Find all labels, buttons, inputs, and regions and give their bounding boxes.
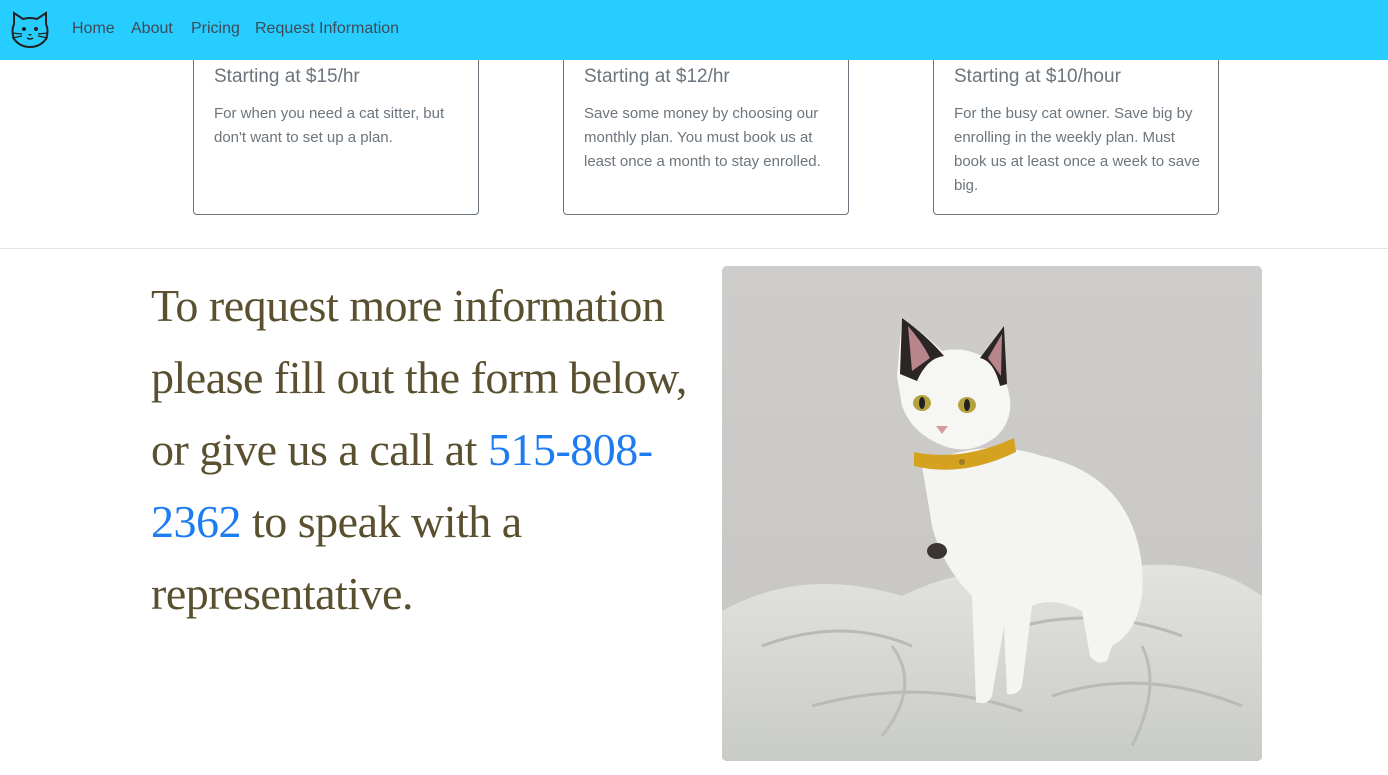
pricing-card-weekly: Starting at $10/hour For the busy cat ow… bbox=[933, 40, 1219, 215]
pricing-card-hourly: Starting at $15/hr For when you need a c… bbox=[193, 40, 479, 215]
pricing-card-monthly: Starting at $12/hr Save some money by ch… bbox=[563, 40, 849, 215]
nav-request-information-link[interactable]: Request Information bbox=[255, 19, 399, 39]
cat-logo-icon[interactable] bbox=[9, 9, 51, 51]
nav-home-link[interactable]: Home bbox=[72, 19, 115, 39]
cat-photo bbox=[722, 266, 1262, 761]
card-text: Save some money by choosing our monthly … bbox=[584, 105, 821, 170]
nav-about-link[interactable]: About bbox=[131, 19, 173, 39]
card-title: Starting at $15/hr bbox=[214, 66, 360, 87]
card-text: For the busy cat owner. Save big by enro… bbox=[954, 105, 1200, 194]
section-divider bbox=[0, 248, 1388, 249]
nav-pricing-link[interactable]: Pricing bbox=[191, 19, 240, 39]
card-title: Starting at $12/hr bbox=[584, 66, 730, 87]
card-text: For when you need a cat sitter, but don'… bbox=[214, 105, 445, 146]
card-title: Starting at $10/hour bbox=[954, 66, 1121, 87]
request-info-text: To request more information please fill … bbox=[151, 270, 711, 630]
navbar: Home About Pricing Request Information bbox=[0, 0, 1388, 60]
